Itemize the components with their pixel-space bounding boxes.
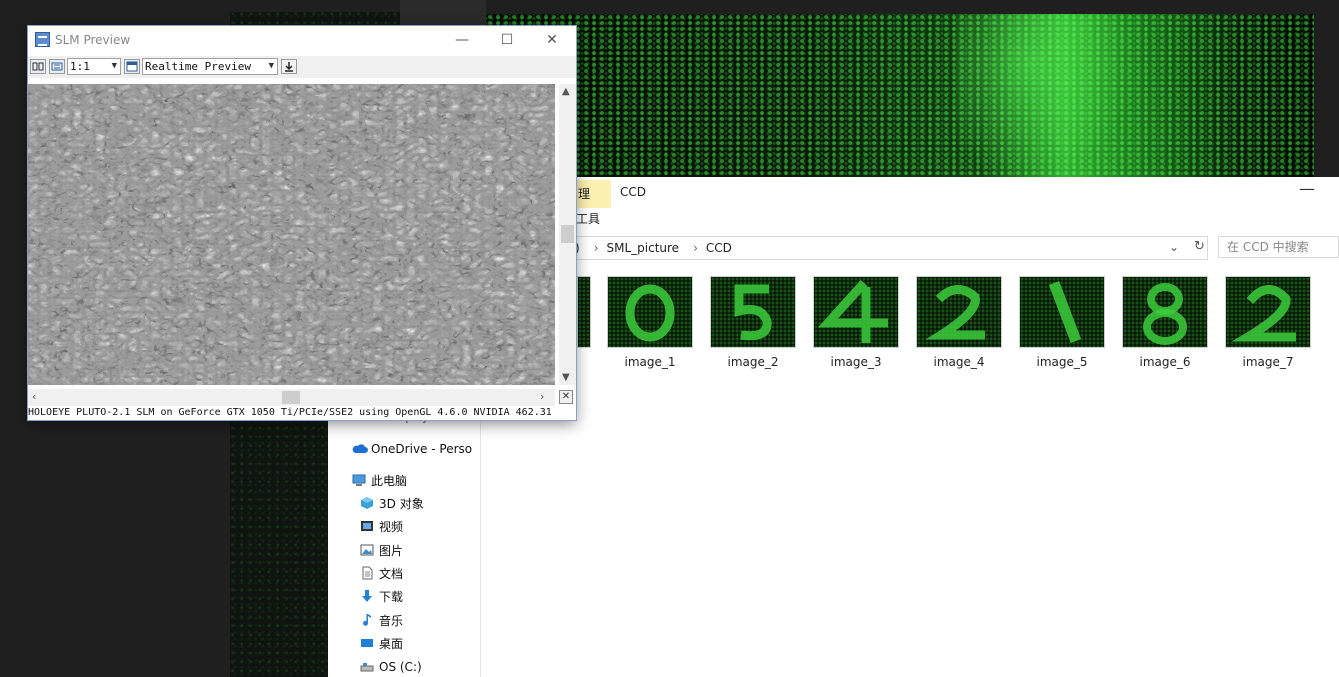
minimize-icon[interactable]: — [1299,179,1315,198]
status-bar: HOLOEYE PLUTO-2.1 SLM on GeForce GTX 105… [28,406,576,420]
window-icon[interactable] [124,59,140,74]
file-label[interactable]: image_2 [703,355,803,369]
music-note-icon [360,613,374,627]
chevron-down-icon[interactable]: ▼ [562,372,570,383]
chevron-right-icon[interactable]: › [594,241,599,255]
file-thumb-image-2[interactable] [711,277,795,347]
nav-item-documents[interactable]: 文档 [360,564,403,582]
title-bar[interactable]: SLM Preview — ☐ ✕ [28,26,576,54]
file-label[interactable]: image_4 [909,355,1009,369]
nav-item-desktop[interactable]: 桌面 [360,634,403,652]
refresh-icon[interactable]: ↻ [1194,239,1205,254]
chevron-right-icon[interactable]: › [540,390,544,403]
scroll-thumb[interactable] [282,391,300,404]
chevron-right-icon[interactable]: › [693,241,698,255]
nav-item-music[interactable]: 音乐 [360,611,403,629]
chevron-down-icon[interactable]: ⌄ [1169,240,1179,254]
nav-item-onedrive[interactable]: OneDrive - Perso [352,440,472,458]
nav-item-videos[interactable]: 视频 [360,517,403,535]
close-view-icon[interactable]: ✕ [559,390,573,404]
drive-icon [360,660,374,674]
zoom-select[interactable]: 1:1 ▼ [67,58,121,75]
download-arrow-icon [360,589,374,603]
cloud-icon [352,442,368,456]
file-thumb-image-6[interactable] [1123,277,1207,347]
ccd-live-view [486,14,1314,180]
computer-icon [352,473,366,487]
search-input[interactable]: 在 CCD 中搜索 [1218,236,1339,258]
ribbon-tools-label[interactable]: 工具 [576,210,600,227]
video-icon [360,519,374,533]
maximize-button[interactable]: ☐ [493,30,521,50]
document-icon [360,566,374,580]
nav-item-3d-objects[interactable]: 3D 对象 [360,494,424,512]
nav-item-os-c[interactable]: OS (C:) [360,658,422,676]
vertical-scrollbar[interactable]: ▲ ▼ [559,84,576,385]
file-label[interactable]: image_7 [1218,355,1318,369]
file-label[interactable]: image_3 [806,355,906,369]
picture-icon [360,543,374,557]
ribbon-tab-label[interactable]: 理 [578,185,590,202]
close-button[interactable]: ✕ [538,30,566,50]
chevron-down-icon: ▼ [268,61,274,71]
chevron-down-icon: ▼ [111,61,117,71]
window-title: CCD [620,185,646,199]
file-label[interactable]: image_1 [600,355,700,369]
file-thumb-partial[interactable] [578,277,590,347]
download-icon[interactable] [281,59,297,74]
nav-item-this-pc[interactable]: 此电脑 [352,471,407,489]
fit-icon[interactable] [49,59,65,74]
file-thumb-image-5[interactable] [1020,277,1104,347]
file-thumb-image-1[interactable] [608,277,692,347]
chevron-up-icon[interactable]: ▲ [562,86,570,97]
nav-item-downloads[interactable]: 下载 [360,587,403,605]
app-icon [35,32,50,47]
file-thumb-image-7[interactable] [1226,277,1310,347]
file-label[interactable]: image_5 [1012,355,1112,369]
slm-phase-pattern[interactable] [28,84,555,385]
chevron-left-icon[interactable]: ‹ [32,390,36,403]
horizontal-scrollbar[interactable]: ‹ › [28,389,555,406]
file-label[interactable]: image_6 [1115,355,1215,369]
window-title: SLM Preview [55,33,131,47]
nav-item-pictures[interactable]: 图片 [360,541,403,559]
minimize-button[interactable]: — [448,30,476,50]
address-bar[interactable]: ) › SML_picture › CCD ⌄ [574,236,1208,260]
split-view-icon[interactable] [30,59,46,74]
desktop-icon [360,636,374,650]
breadcrumb-sml-picture[interactable]: SML_picture [607,241,680,255]
scroll-thumb[interactable] [561,225,574,243]
slm-preview-window: SLM Preview — ☐ ✕ 1:1 ▼ Realtime Preview… [28,26,576,420]
cube-icon [360,496,374,510]
toolbar: 1:1 ▼ Realtime Preview ▼ [28,56,576,78]
breadcrumb-ccd[interactable]: CCD [706,241,732,255]
mode-select[interactable]: Realtime Preview ▼ [142,58,278,75]
file-thumb-image-4[interactable] [917,277,1001,347]
file-thumb-image-3[interactable] [814,277,898,347]
